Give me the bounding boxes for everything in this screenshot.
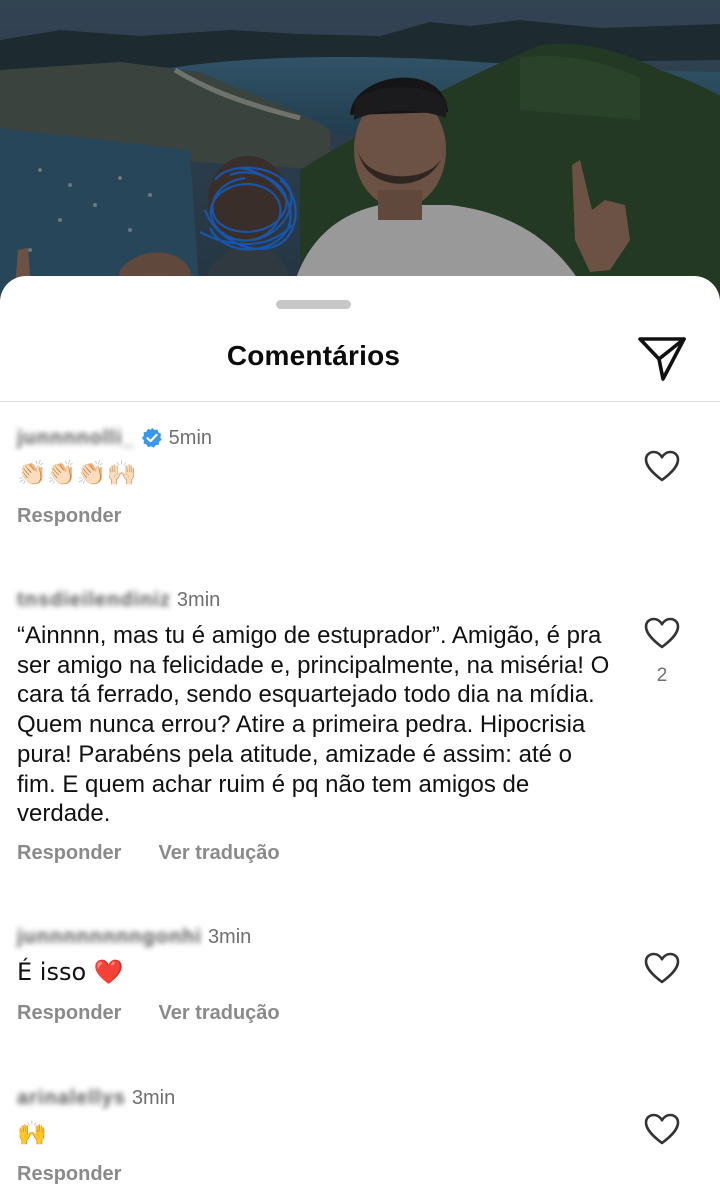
translate-button[interactable]: Ver tradução bbox=[158, 1002, 279, 1025]
comment-item: junnnnnnnngonhi 3min É isso ❤️ Responder… bbox=[0, 924, 720, 1036]
comment-username[interactable]: junnnnnnnngonhi bbox=[17, 926, 202, 949]
comment-text: 👏🏻👏🏻👏🏻🙌🏻 bbox=[17, 459, 137, 487]
comments-sheet: Comentários junnnnolli_ 5min 👏🏻👏🏻👏🏻🙌🏻 Re… bbox=[0, 276, 720, 1200]
verified-badge-icon bbox=[141, 427, 162, 448]
comment-time: 3min bbox=[131, 1086, 176, 1109]
like-count: 2 bbox=[656, 665, 668, 686]
comment-text: “Ainnnn, mas tu é amigo de estuprador”. … bbox=[17, 622, 610, 828]
comment-username[interactable]: tnsdieilendiniz bbox=[17, 589, 171, 612]
comment-item: junnnnolli_ 5min 👏🏻👏🏻👏🏻🙌🏻 Responder bbox=[0, 425, 720, 535]
comment-actions: Responder bbox=[17, 505, 158, 528]
comment-text: É isso ❤️ bbox=[17, 958, 124, 986]
comment-text: 🙌 bbox=[17, 1119, 47, 1147]
comment-username[interactable]: arinalellys bbox=[17, 1087, 126, 1110]
comment-username[interactable]: junnnnolli_ bbox=[17, 427, 135, 450]
heart-icon[interactable] bbox=[644, 952, 680, 985]
comment-meta: junnnnnnnngonhi 3min bbox=[17, 924, 251, 950]
heart-icon[interactable] bbox=[644, 1113, 680, 1146]
comment-actions: Responder Ver tradução bbox=[17, 842, 317, 865]
paper-plane-icon[interactable] bbox=[636, 333, 688, 385]
translate-button[interactable]: Ver tradução bbox=[158, 842, 279, 865]
reply-button[interactable]: Responder bbox=[17, 842, 121, 865]
heart-icon[interactable] bbox=[644, 450, 680, 483]
comment-time: 5min bbox=[168, 426, 213, 449]
comment-time: 3min bbox=[176, 588, 221, 611]
post-photo-background bbox=[0, 0, 720, 300]
comment-actions: Responder Ver tradução bbox=[17, 1002, 317, 1025]
heart-icon[interactable] bbox=[644, 617, 680, 650]
sheet-title: Comentários bbox=[226, 340, 401, 371]
comment-meta: tnsdieilendiniz 3min bbox=[17, 587, 220, 613]
comment-item: arinalellys 3min 🙌 Responder bbox=[0, 1085, 720, 1197]
comment-meta: arinalellys 3min bbox=[17, 1085, 175, 1111]
reply-button[interactable]: Responder bbox=[17, 505, 121, 528]
sheet-header: Comentários bbox=[0, 320, 720, 402]
reply-button[interactable]: Responder bbox=[17, 1163, 121, 1186]
comment-actions: Responder bbox=[17, 1163, 158, 1186]
comment-meta: junnnnolli_ 5min bbox=[17, 425, 212, 451]
comment-time: 3min bbox=[207, 925, 252, 948]
comment-item: tnsdieilendiniz 3min “Ainnnn, mas tu é a… bbox=[0, 587, 720, 877]
reply-button[interactable]: Responder bbox=[17, 1002, 121, 1025]
sheet-drag-handle[interactable] bbox=[276, 300, 351, 309]
